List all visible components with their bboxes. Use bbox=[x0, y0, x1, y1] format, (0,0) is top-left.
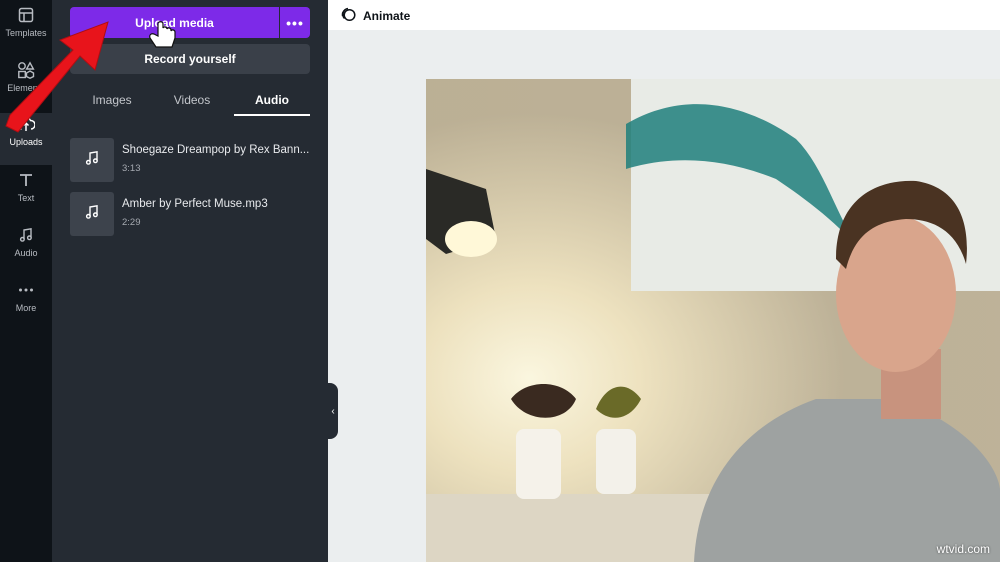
list-item[interactable]: Shoegaze Dreampop by Rex Bann... 3:13 bbox=[70, 138, 310, 182]
media-type-tabs: Images Videos Audio bbox=[70, 86, 310, 116]
sidebar-item-label: More bbox=[15, 303, 37, 313]
icon-rail: Templates Elements Uploads Text Audio Mo… bbox=[0, 0, 52, 562]
upload-options-button[interactable]: ••• bbox=[280, 7, 310, 38]
templates-icon bbox=[18, 4, 34, 26]
record-yourself-label: Record yourself bbox=[144, 52, 236, 66]
animate-label: Animate bbox=[363, 8, 411, 23]
watermark-text: wtvid.com bbox=[936, 542, 990, 556]
sidebar-item-templates[interactable]: Templates bbox=[0, 4, 52, 56]
track-thumbnail bbox=[70, 138, 114, 182]
video-still-image bbox=[426, 79, 1000, 562]
track-duration: 3:13 bbox=[122, 163, 141, 174]
sidebar-item-label: Uploads bbox=[9, 137, 43, 147]
sidebar-item-audio[interactable]: Audio bbox=[0, 224, 52, 276]
track-thumbnail bbox=[70, 192, 114, 236]
track-name: Amber by Perfect Muse.mp3 bbox=[122, 198, 268, 210]
uploads-icon bbox=[17, 113, 35, 135]
video-frame[interactable]: wtvid.com bbox=[426, 79, 1000, 562]
music-note-icon bbox=[84, 204, 100, 225]
sidebar-item-label: Audio bbox=[14, 248, 38, 258]
tab-videos[interactable]: Videos bbox=[154, 86, 230, 114]
tab-label: Videos bbox=[173, 93, 211, 107]
tab-label: Images bbox=[92, 93, 132, 107]
audio-icon bbox=[18, 224, 34, 246]
elements-icon bbox=[17, 59, 35, 81]
sidebar-item-more[interactable]: More bbox=[0, 279, 52, 331]
tab-label: Audio bbox=[255, 93, 289, 107]
sidebar-item-elements[interactable]: Elements bbox=[0, 59, 52, 111]
tab-audio[interactable]: Audio bbox=[234, 86, 310, 116]
more-dots-icon bbox=[18, 279, 34, 301]
animate-button[interactable]: Animate bbox=[340, 6, 410, 25]
text-icon bbox=[18, 169, 34, 191]
editor-toolbar: Animate bbox=[328, 0, 1000, 30]
collapse-panel-handle[interactable]: ‹ bbox=[328, 383, 338, 439]
record-yourself-button[interactable]: Record yourself bbox=[70, 44, 310, 74]
list-item[interactable]: Amber by Perfect Muse.mp3 2:29 bbox=[70, 192, 310, 236]
more-options-icon: ••• bbox=[286, 14, 304, 31]
animate-icon bbox=[340, 6, 356, 25]
sidebar-item-text[interactable]: Text bbox=[0, 169, 52, 221]
sidebar-item-label: Text bbox=[17, 193, 35, 203]
uploads-panel: Upload media ••• Record yourself Images … bbox=[52, 0, 328, 562]
upload-media-button[interactable]: Upload media bbox=[70, 7, 279, 38]
sidebar-item-label: Elements bbox=[7, 83, 45, 93]
tab-images[interactable]: Images bbox=[74, 86, 150, 114]
track-duration: 2:29 bbox=[122, 217, 141, 228]
sidebar-item-uploads[interactable]: Uploads bbox=[0, 113, 52, 165]
music-note-icon bbox=[84, 150, 100, 171]
chevron-left-icon: ‹ bbox=[331, 405, 335, 417]
track-name: Shoegaze Dreampop by Rex Bann... bbox=[122, 144, 310, 156]
sidebar-item-label: Templates bbox=[5, 28, 47, 38]
upload-media-label: Upload media bbox=[135, 15, 214, 30]
